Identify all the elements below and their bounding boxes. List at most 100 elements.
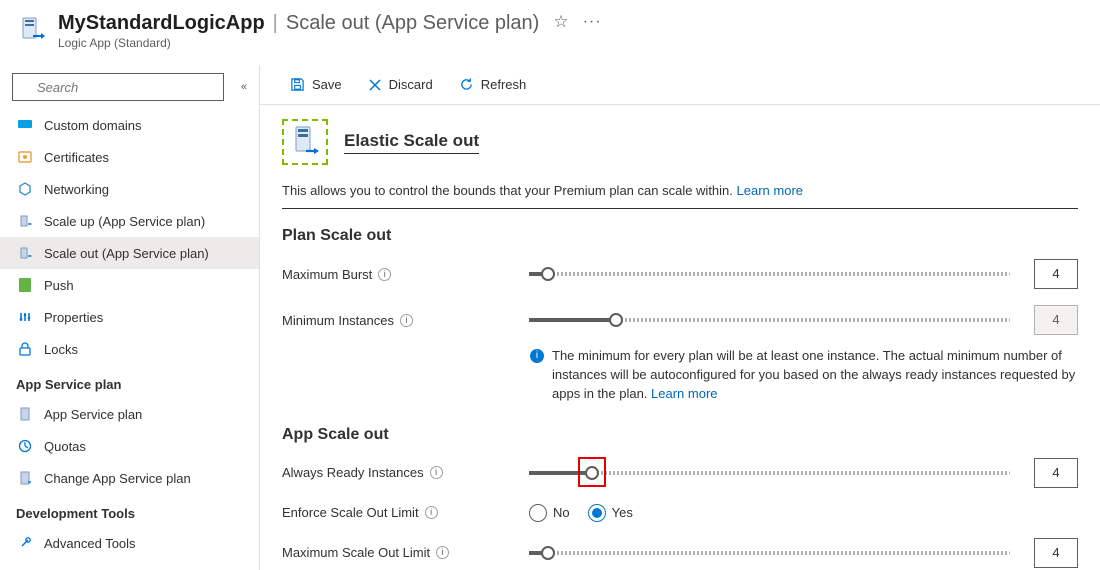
sidebar-nav[interactable]: Custom domains Certificates Networking S… <box>0 109 259 570</box>
scale-out-icon <box>16 246 34 260</box>
intro-description: This allows you to control the bounds th… <box>282 177 1078 209</box>
min-instances-slider[interactable] <box>529 312 1010 328</box>
main-pane: Save Discard Refresh <box>260 65 1100 570</box>
command-bar: Save Discard Refresh <box>260 65 1100 105</box>
sidebar-item-label: Networking <box>44 182 109 197</box>
learn-more-link[interactable]: Learn more <box>651 386 717 401</box>
sidebar-item-label: Locks <box>44 342 78 357</box>
sidebar-item-label: Certificates <box>44 150 109 165</box>
learn-more-link[interactable]: Learn more <box>737 183 803 198</box>
domain-icon <box>16 120 34 130</box>
discard-label: Discard <box>389 77 433 92</box>
intro-hero: Elastic Scale out <box>282 119 1078 177</box>
slider-thumb[interactable] <box>541 546 555 560</box>
info-icon[interactable]: i <box>436 546 449 559</box>
max-scale-out-value[interactable]: 4 <box>1034 538 1078 568</box>
info-icon[interactable]: i <box>425 506 438 519</box>
radio-icon <box>529 504 547 522</box>
always-ready-slider[interactable] <box>529 465 1010 481</box>
sidebar-item-push[interactable]: Push <box>0 269 259 301</box>
info-icon[interactable]: i <box>378 268 391 281</box>
min-instances-row: Minimum Instances i 4 <box>282 305 1078 335</box>
discard-icon <box>368 78 382 92</box>
elastic-scale-icon <box>282 119 328 165</box>
sidebar-item-label: Custom domains <box>44 118 142 133</box>
properties-icon <box>16 310 34 324</box>
info-badge-icon: i <box>530 349 544 363</box>
sidebar-item-networking[interactable]: Networking <box>0 173 259 205</box>
more-actions-button[interactable]: ··· <box>583 13 602 31</box>
always-ready-value[interactable]: 4 <box>1034 458 1078 488</box>
always-ready-label: Always Ready Instances <box>282 465 424 480</box>
sidebar-item-certificates[interactable]: Certificates <box>0 141 259 173</box>
max-burst-label: Maximum Burst <box>282 267 372 282</box>
save-button[interactable]: Save <box>280 73 352 96</box>
resource-type: Logic App (Standard) <box>58 36 539 50</box>
sidebar-item-label: Quotas <box>44 439 86 454</box>
app-service-plan-icon <box>16 407 34 421</box>
max-scale-out-slider[interactable] <box>529 545 1010 561</box>
resource-name: MyStandardLogicApp <box>58 12 265 35</box>
sidebar-item-scale-out[interactable]: Scale out (App Service plan) <box>0 237 259 269</box>
always-ready-row: Always Ready Instances i 4 <box>282 458 1078 488</box>
refresh-button[interactable]: Refresh <box>449 73 537 96</box>
sidebar-section-app-service-plan: App Service plan <box>0 365 259 398</box>
sidebar-item-quotas[interactable]: Quotas <box>0 430 259 462</box>
max-burst-value[interactable]: 4 <box>1034 259 1078 289</box>
max-scale-out-row: Maximum Scale Out Limit i 4 <box>282 538 1078 568</box>
app-scale-out-heading: App Scale out <box>282 426 1078 444</box>
discard-button[interactable]: Discard <box>358 73 443 96</box>
sidebar-item-label: App Service plan <box>44 407 142 422</box>
sidebar-item-label: Advanced Tools <box>44 536 136 551</box>
sidebar-item-locks[interactable]: Locks <box>0 333 259 365</box>
sidebar-item-properties[interactable]: Properties <box>0 301 259 333</box>
sidebar-item-change-plan[interactable]: Change App Service plan <box>0 462 259 494</box>
blade-title: Scale out (App Service plan) <box>286 12 539 35</box>
enforce-limit-row: Enforce Scale Out Limit i No Yes <box>282 504 1078 522</box>
plan-scale-out-heading: Plan Scale out <box>282 227 1078 245</box>
advanced-tools-icon <box>16 536 34 550</box>
change-plan-icon <box>16 471 34 485</box>
sidebar-item-label: Push <box>44 278 74 293</box>
push-icon <box>16 278 34 292</box>
slider-thumb[interactable] <box>541 267 555 281</box>
refresh-icon <box>459 77 474 92</box>
lock-icon <box>16 342 34 356</box>
enforce-limit-radio-group: No Yes <box>529 504 633 522</box>
sidebar-item-app-service-plan[interactable]: App Service plan <box>0 398 259 430</box>
sidebar-section-dev-tools: Development Tools <box>0 494 259 527</box>
sidebar-item-label: Change App Service plan <box>44 471 191 486</box>
quotas-icon <box>16 439 34 453</box>
min-instances-value: 4 <box>1034 305 1078 335</box>
scale-up-icon <box>16 214 34 228</box>
max-scale-out-label: Maximum Scale Out Limit <box>282 545 430 560</box>
sidebar-item-advanced-tools[interactable]: Advanced Tools <box>0 527 259 559</box>
sidebar-item-scale-up[interactable]: Scale up (App Service plan) <box>0 205 259 237</box>
save-icon <box>290 77 305 92</box>
intro-title: Elastic Scale out <box>344 131 479 154</box>
enforce-limit-no[interactable]: No <box>529 504 570 522</box>
save-label: Save <box>312 77 342 92</box>
max-burst-slider[interactable] <box>529 266 1010 282</box>
sidebar-item-label: Scale up (App Service plan) <box>44 214 205 229</box>
slider-thumb[interactable] <box>609 313 623 327</box>
slider-thumb[interactable] <box>585 466 599 480</box>
blade-header: MyStandardLogicApp | Scale out (App Serv… <box>0 0 1100 65</box>
enforce-limit-yes[interactable]: Yes <box>588 504 633 522</box>
info-icon[interactable]: i <box>400 314 413 327</box>
certificate-icon <box>16 150 34 164</box>
networking-icon <box>16 182 34 196</box>
max-burst-row: Maximum Burst i 4 <box>282 259 1078 289</box>
radio-icon <box>588 504 606 522</box>
search-input[interactable] <box>12 73 224 101</box>
sidebar-item-custom-domains[interactable]: Custom domains <box>0 109 259 141</box>
resource-icon <box>14 12 50 48</box>
min-instances-label: Minimum Instances <box>282 313 394 328</box>
info-icon[interactable]: i <box>430 466 443 479</box>
sidebar-item-label: Properties <box>44 310 103 325</box>
page-title: MyStandardLogicApp | Scale out (App Serv… <box>58 12 539 35</box>
enforce-limit-label: Enforce Scale Out Limit <box>282 505 419 520</box>
favorite-icon[interactable]: ☆ <box>553 12 568 32</box>
min-instances-info: i The minimum for every plan will be at … <box>530 347 1078 404</box>
collapse-sidebar-button[interactable]: « <box>237 81 251 93</box>
